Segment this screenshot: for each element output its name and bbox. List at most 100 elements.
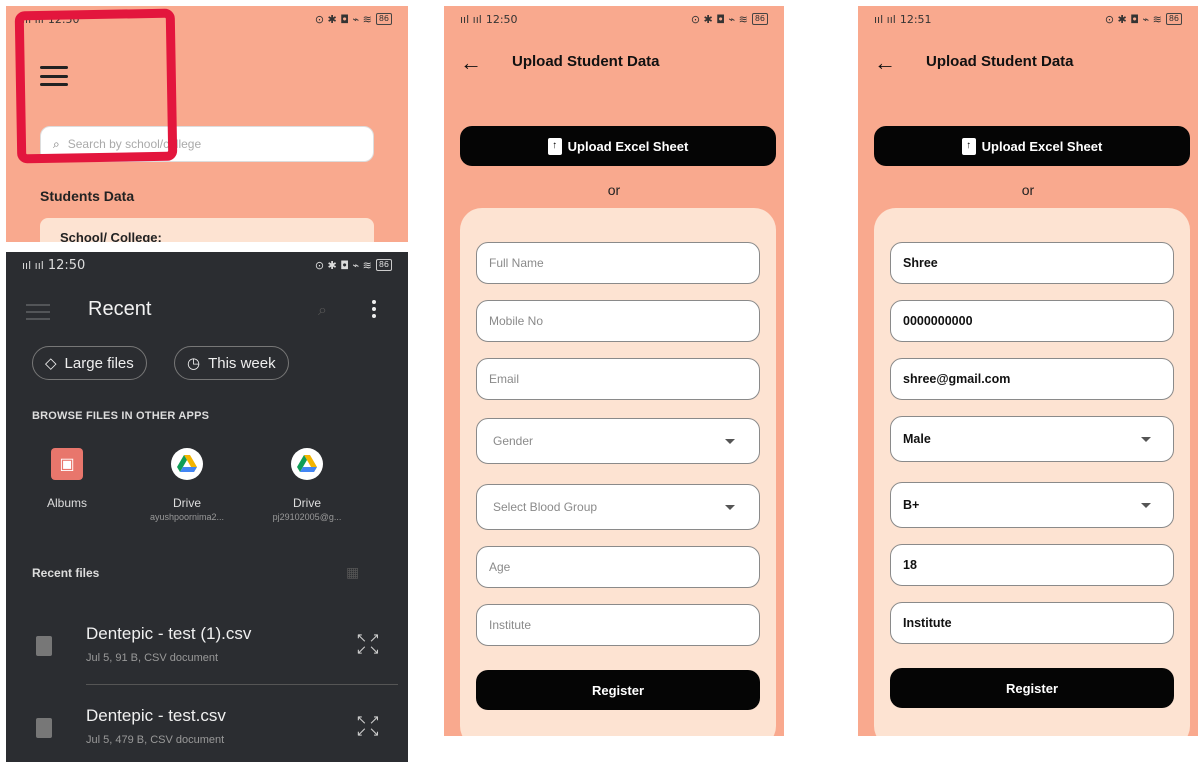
field-value: Institute bbox=[903, 616, 952, 630]
field-value: Shree bbox=[903, 256, 938, 270]
file-row[interactable]: Dentepic - test.csv Jul 5, 479 B, CSV do… bbox=[6, 696, 408, 758]
upload-excel-button[interactable]: ↑ Upload Excel Sheet bbox=[874, 126, 1190, 166]
battery-icon: 86 bbox=[751, 13, 768, 25]
file-meta: Jul 5, 479 B, CSV document bbox=[86, 734, 225, 746]
drive-icon bbox=[171, 448, 203, 480]
recent-files-label: Recent files bbox=[32, 566, 100, 580]
clock-icon: ◷ bbox=[187, 355, 201, 372]
app-drive-2[interactable]: Drive pj29102005@g... bbox=[252, 448, 362, 522]
mobile-field[interactable]: Mobile No bbox=[476, 300, 760, 342]
status-time: 12:51 bbox=[899, 12, 932, 26]
status-time: 12:50 bbox=[485, 12, 518, 26]
menu-icon[interactable] bbox=[26, 304, 50, 320]
chip-label: Large files bbox=[64, 354, 134, 372]
form-card: Full Name Mobile No Email Gender Select … bbox=[460, 208, 776, 736]
field-placeholder: Full Name bbox=[489, 256, 544, 270]
app-account: pj29102005@g... bbox=[272, 512, 342, 522]
search-icon[interactable]: ⌕ bbox=[318, 302, 327, 320]
divider bbox=[86, 684, 398, 685]
gender-select[interactable]: Gender bbox=[476, 418, 760, 464]
full-name-field[interactable]: Shree bbox=[890, 242, 1174, 284]
upload-form-filled: ııl ııl 12:51 ⊙ ✱ ◘ ⌁ ≋ 86 ← Upload Studen… bbox=[858, 6, 1198, 736]
section-title: Students Data bbox=[40, 188, 135, 204]
email-field[interactable]: shree@gmail.com bbox=[890, 358, 1174, 400]
blood-group-select[interactable]: B+ bbox=[890, 482, 1174, 528]
chevron-down-icon bbox=[1141, 502, 1151, 508]
field-value: 18 bbox=[903, 558, 917, 572]
student-card[interactable]: School/ College: bbox=[40, 218, 374, 242]
battery-icon: 86 bbox=[1165, 13, 1182, 25]
file-row[interactable]: Dentepic - test (1).csv Jul 5, 91 B, CSV… bbox=[6, 614, 408, 676]
signal-icon: ııl ııl bbox=[22, 258, 44, 272]
institute-field[interactable]: Institute bbox=[476, 604, 760, 646]
form-card: Shree 0000000000 shree@gmail.com Male B+… bbox=[874, 208, 1190, 736]
back-arrow-icon[interactable]: ← bbox=[460, 50, 482, 76]
red-highlight-annotation bbox=[14, 8, 178, 164]
status-bar: ııl ııl 12:50 ⊙ ✱ ◘ ⌁ ≋ 86 bbox=[6, 252, 408, 278]
students-screen-cropped: ııl ııl 12:50 ⊙ ✱ ◘ ⌁ ≋ 86 ⌕ Search by sch… bbox=[6, 6, 408, 242]
field-placeholder: Institute bbox=[489, 618, 532, 632]
field-value: shree@gmail.com bbox=[903, 372, 1011, 386]
chip-this-week[interactable]: ◷ This week bbox=[174, 346, 289, 380]
upload-excel-button[interactable]: ↑ Upload Excel Sheet bbox=[460, 126, 776, 166]
chip-large-files[interactable]: ◇ Large files bbox=[32, 346, 147, 380]
upload-label: Upload Excel Sheet bbox=[567, 138, 689, 154]
app-drive-1[interactable]: Drive ayushpoornima2... bbox=[132, 448, 242, 522]
app-albums[interactable]: ▣ Albums bbox=[12, 448, 122, 510]
app-account: ayushpoornima2... bbox=[149, 512, 225, 522]
register-label: Register bbox=[591, 682, 645, 698]
field-placeholder: Select Blood Group bbox=[493, 500, 598, 514]
age-field[interactable]: 18 bbox=[890, 544, 1174, 586]
register-button[interactable]: Register bbox=[476, 670, 760, 710]
status-bar: ııl ııl 12:50 ⊙ ✱ ◘ ⌁ ≋ 86 bbox=[444, 6, 784, 32]
or-label: or bbox=[607, 182, 621, 198]
status-icons: ⊙ ✱ ◘ ⌁ ≋ bbox=[1104, 12, 1162, 26]
register-label: Register bbox=[1005, 680, 1059, 696]
card-label: School/ College: bbox=[60, 230, 162, 242]
status-icons: ⊙ ✱ ◘ ⌁ ≋ bbox=[690, 12, 748, 26]
app-name: Albums bbox=[46, 496, 87, 510]
field-placeholder: Email bbox=[489, 372, 520, 386]
chevron-down-icon bbox=[1141, 436, 1151, 442]
page-title: Upload Student Data bbox=[512, 53, 660, 70]
expand-icon[interactable]: ↖↗ ↙↘ bbox=[356, 631, 382, 656]
chevron-down-icon bbox=[725, 438, 735, 444]
document-icon bbox=[36, 636, 52, 656]
battery-icon: 86 bbox=[375, 13, 392, 25]
grid-view-icon[interactable]: ▦ bbox=[346, 564, 359, 581]
chevron-down-icon bbox=[725, 504, 735, 510]
status-time: 12:50 bbox=[47, 257, 86, 273]
file-meta: Jul 5, 91 B, CSV document bbox=[86, 652, 219, 664]
age-field[interactable]: Age bbox=[476, 546, 760, 588]
field-value: B+ bbox=[903, 498, 920, 512]
status-icons: ⊙ ✱ ◘ ⌁ ≋ bbox=[314, 258, 372, 272]
file-picker-screen: ııl ııl 12:50 ⊙ ✱ ◘ ⌁ ≋ 86 Recent ⌕ ◇ Larg… bbox=[6, 252, 408, 762]
blood-group-select[interactable]: Select Blood Group bbox=[476, 484, 760, 530]
expand-icon[interactable]: ↖↗ ↙↘ bbox=[356, 713, 382, 738]
status-icons: ⊙ ✱ ◘ ⌁ ≋ bbox=[314, 12, 372, 26]
field-placeholder: Gender bbox=[493, 434, 534, 448]
status-bar: ııl ııl 12:51 ⊙ ✱ ◘ ⌁ ≋ 86 bbox=[858, 6, 1198, 32]
field-placeholder: Age bbox=[489, 560, 511, 574]
page-title: Recent bbox=[88, 298, 152, 320]
back-arrow-icon[interactable]: ← bbox=[874, 50, 896, 76]
institute-field[interactable]: Institute bbox=[890, 602, 1174, 644]
signal-icon: ııl ııl bbox=[874, 12, 896, 26]
full-name-field[interactable]: Full Name bbox=[476, 242, 760, 284]
more-options-icon[interactable] bbox=[372, 300, 376, 318]
file-upload-icon: ↑ bbox=[547, 137, 562, 155]
signal-icon: ııl ııl bbox=[460, 12, 482, 26]
app-name: Drive bbox=[172, 496, 201, 510]
gender-select[interactable]: Male bbox=[890, 416, 1174, 462]
mobile-field[interactable]: 0000000000 bbox=[890, 300, 1174, 342]
upload-label: Upload Excel Sheet bbox=[981, 138, 1103, 154]
albums-icon: ▣ bbox=[51, 448, 83, 480]
battery-icon: 86 bbox=[375, 259, 392, 271]
upload-form-empty: ııl ııl 12:50 ⊙ ✱ ◘ ⌁ ≋ 86 ← Upload Studen… bbox=[444, 6, 784, 736]
tag-icon: ◇ bbox=[45, 355, 57, 372]
email-field[interactable]: Email bbox=[476, 358, 760, 400]
field-value: Male bbox=[903, 432, 931, 446]
or-label: or bbox=[1021, 182, 1035, 198]
register-button[interactable]: Register bbox=[890, 668, 1174, 708]
browse-section-label: BROWSE FILES IN OTHER APPS bbox=[32, 410, 210, 422]
